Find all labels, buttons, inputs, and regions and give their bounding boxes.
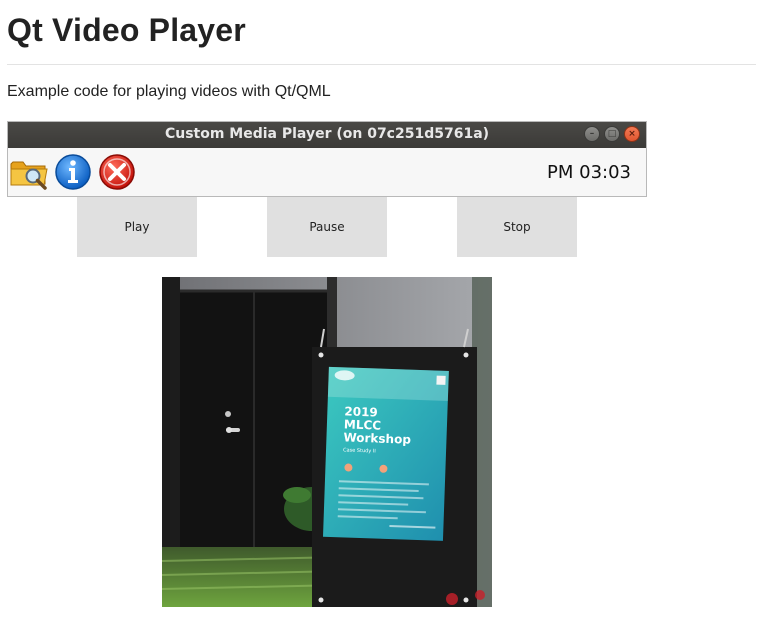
- media-player-window: Custom Media Player (on 07c251d5761a) – …: [7, 121, 647, 197]
- page-subtitle: Example code for playing videos with Qt/…: [7, 83, 331, 100]
- close-error-icon[interactable]: [97, 152, 137, 192]
- play-button[interactable]: Play: [77, 197, 197, 257]
- minimize-icon[interactable]: –: [584, 126, 600, 142]
- window-close-icon[interactable]: ×: [624, 126, 640, 142]
- stop-button[interactable]: Stop: [457, 197, 577, 257]
- video-frame: 2019 MLCC Workshop Case Study II: [162, 277, 492, 607]
- maximize-icon[interactable]: □: [604, 126, 620, 142]
- toolbar: PM 03:03: [8, 148, 646, 196]
- clock-display: PM 03:03: [547, 162, 631, 183]
- folder-search-icon[interactable]: [9, 152, 49, 192]
- page-title: Qt Video Player: [7, 12, 246, 48]
- window-titlebar[interactable]: Custom Media Player (on 07c251d5761a) – …: [8, 122, 646, 148]
- title-divider: [7, 64, 756, 65]
- poster-caption: Case Study II: [343, 447, 376, 454]
- window-controls: – □ ×: [584, 126, 640, 142]
- pause-button[interactable]: Pause: [267, 197, 387, 257]
- video-output[interactable]: 2019 MLCC Workshop Case Study II: [162, 277, 492, 607]
- info-icon[interactable]: [53, 152, 93, 192]
- poster-line2: Workshop: [343, 430, 411, 446]
- window-title: Custom Media Player (on 07c251d5761a): [164, 126, 490, 142]
